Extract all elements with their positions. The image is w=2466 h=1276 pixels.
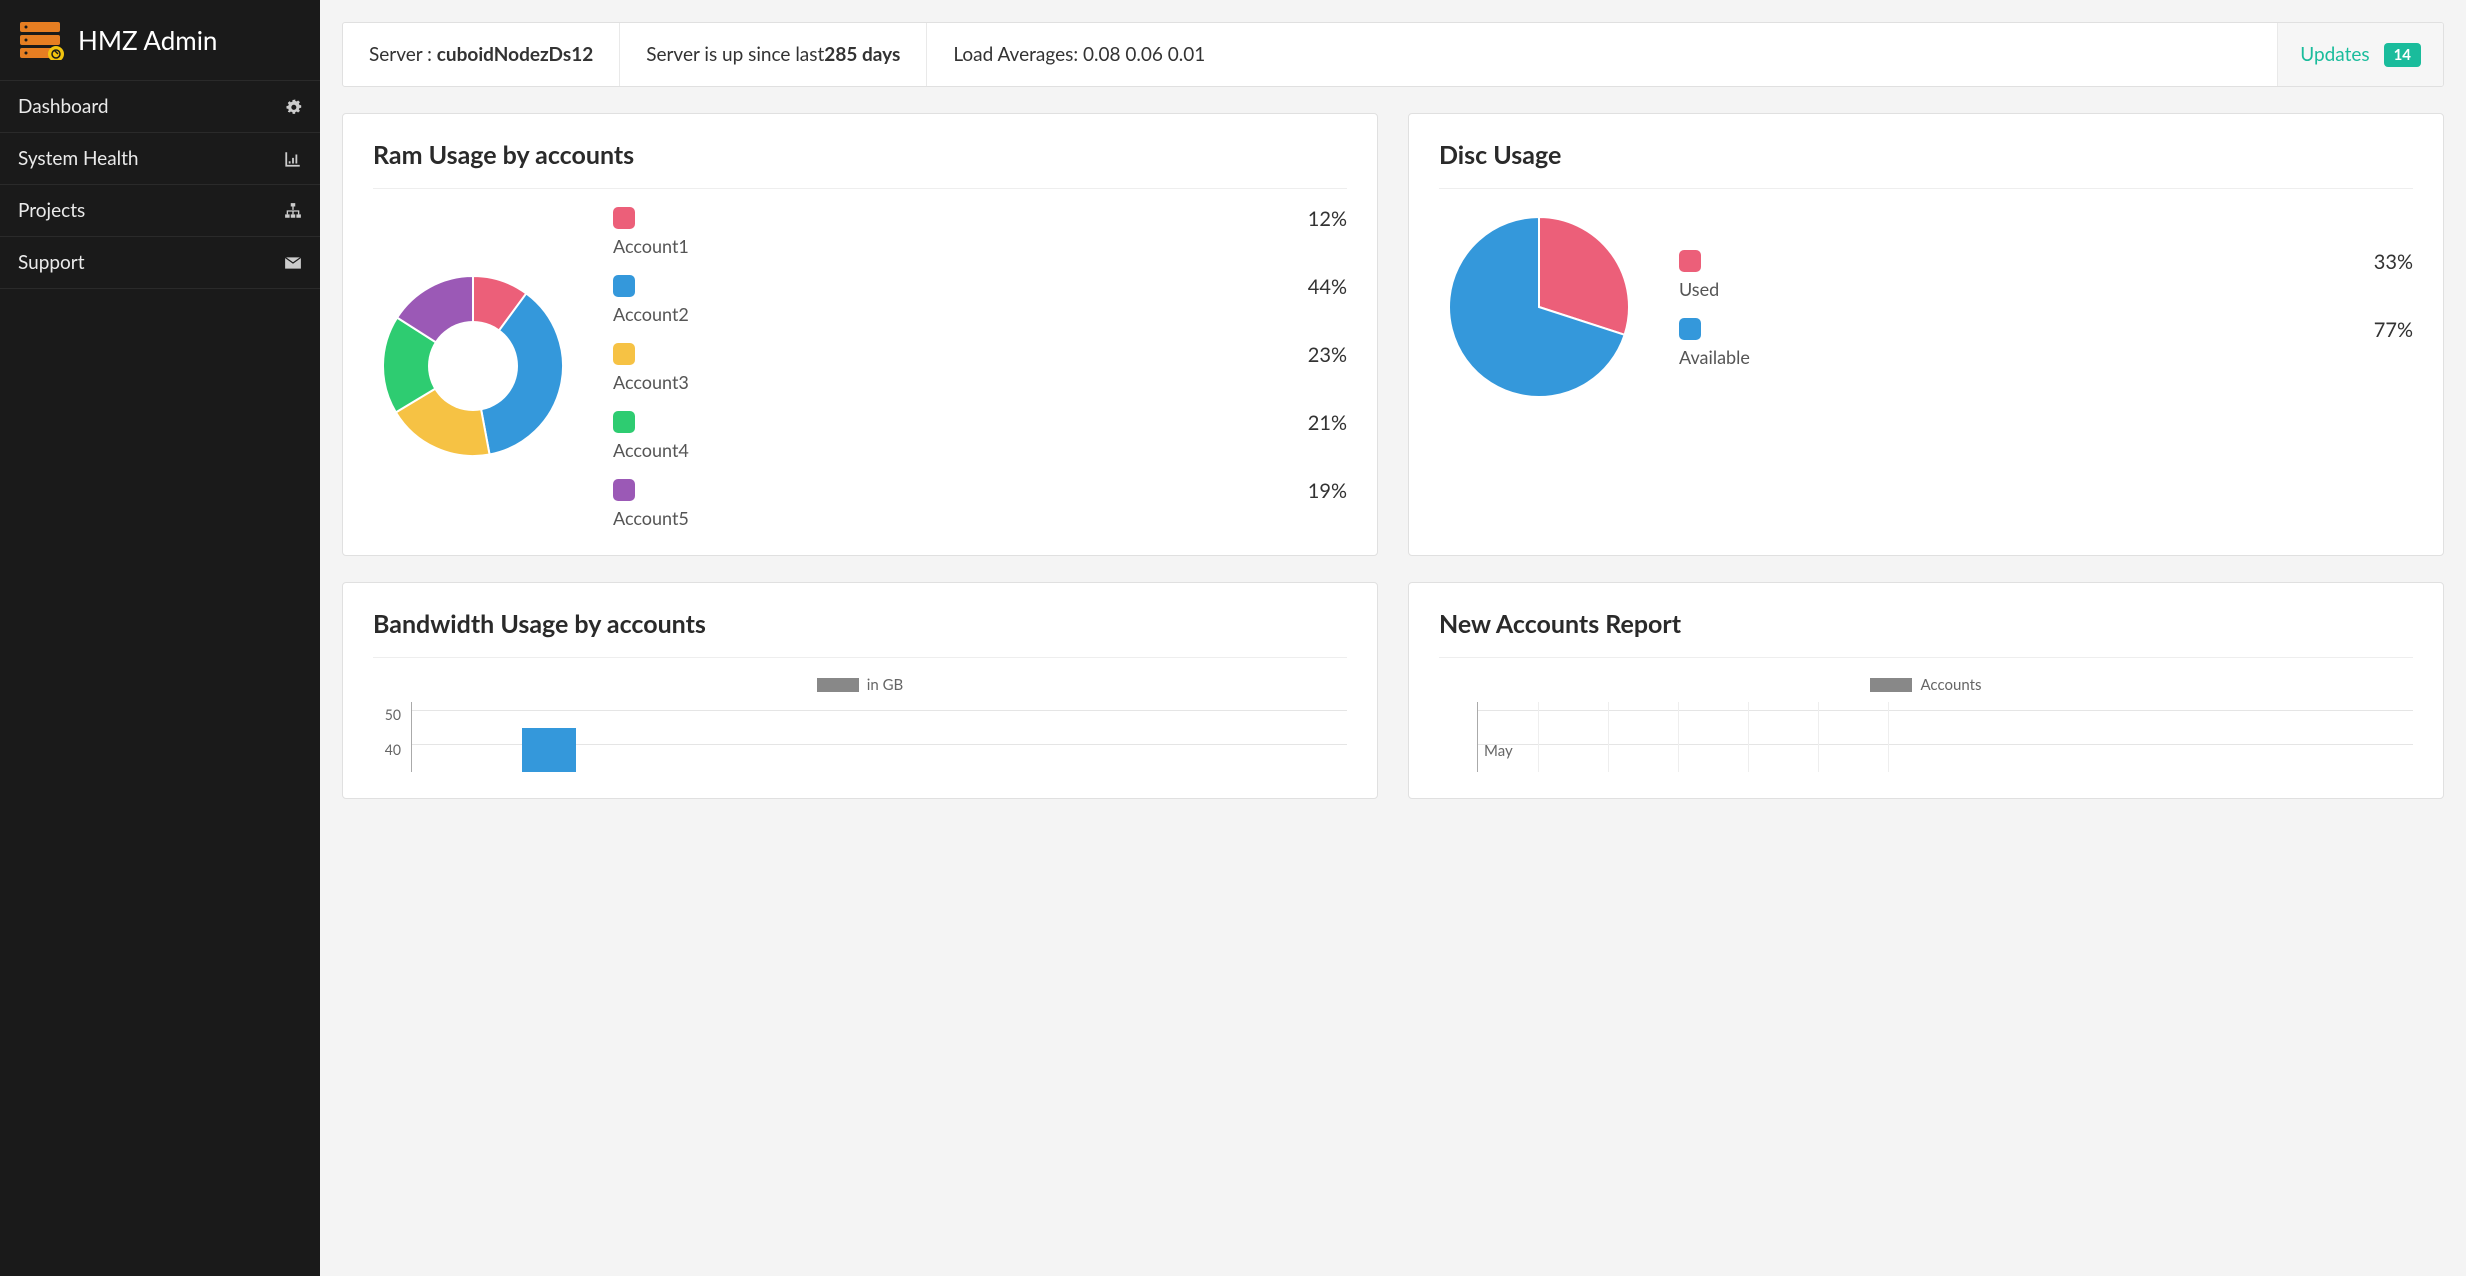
topbar-load: Load Averages: 0.08 0.06 0.01: [927, 23, 1231, 86]
sidebar-item-dashboard[interactable]: Dashboard: [0, 81, 320, 133]
plot-area: [411, 702, 1347, 772]
bandwidth-chart: 50 40: [373, 702, 1347, 772]
legend-label: Available: [1679, 346, 1750, 368]
gridline: [1608, 702, 1609, 772]
updates-button[interactable]: Updates 14: [2277, 23, 2443, 86]
legend-row: Account4 21%: [613, 411, 1347, 461]
sidebar-item-label: Projects: [18, 199, 85, 222]
sidebar-item-label: System Health: [18, 147, 139, 170]
legend-value: 77%: [2374, 318, 2413, 342]
main-content: Server : cuboidNodezDs12 Server is up si…: [320, 0, 2466, 1276]
card-ram-usage: Ram Usage by accounts Account112%Account…: [342, 113, 1378, 556]
accounts-chart: May: [1439, 702, 2413, 772]
legend-label: in GB: [867, 676, 903, 694]
gridline: [1818, 702, 1819, 772]
sidebar-item-support[interactable]: Support: [0, 237, 320, 289]
legend-label: Used: [1679, 278, 1719, 300]
legend-value: 19%: [1308, 479, 1347, 503]
gridline: [1888, 702, 1889, 772]
gridline: [412, 710, 1347, 711]
topbar-uptime: Server is up since last285 days: [620, 23, 927, 86]
disc-legend: Used 33% Available 77%: [1679, 250, 2413, 368]
topbar-spacer: [1231, 23, 2277, 86]
legend-row: Account3 23%: [613, 343, 1347, 393]
y-axis: 50 40: [373, 702, 401, 772]
card-title: Ram Usage by accounts: [373, 140, 1347, 189]
server-prefix: Server :: [369, 43, 437, 66]
legend-swatch: [1679, 318, 1701, 340]
legend-swatch: [613, 275, 635, 297]
envelope-icon: [284, 254, 302, 272]
y-tick: 50: [373, 706, 401, 723]
legend-row: Account1 12%: [613, 207, 1347, 257]
gridline: [1678, 702, 1679, 772]
sidebar: HMZ Admin Dashboard System Health Projec…: [0, 0, 320, 1276]
gridline: [1748, 702, 1749, 772]
legend-swatch: [1679, 250, 1701, 272]
bandwidth-legend: in GB: [373, 676, 1347, 694]
card-title: Disc Usage: [1439, 140, 2413, 189]
nav-list: Dashboard System Health Projects Support: [0, 81, 320, 289]
legend-label: Account5: [613, 507, 689, 529]
sidebar-item-projects[interactable]: Projects: [0, 185, 320, 237]
legend-row: Available 77%: [1679, 318, 2413, 368]
updates-badge: 14: [2384, 43, 2421, 67]
uptime-prefix: Server is up since last: [646, 43, 824, 66]
legend-swatch: [1870, 678, 1912, 692]
legend-row: Account2 44%: [613, 275, 1347, 325]
brand: HMZ Admin: [0, 0, 320, 81]
gears-icon: [284, 98, 302, 116]
legend-label: Account3: [613, 371, 689, 393]
gridline: [1478, 744, 2413, 745]
card-title: New Accounts Report: [1439, 609, 2413, 658]
brand-title: HMZ Admin: [78, 24, 217, 56]
legend-value: 12%: [1308, 207, 1347, 231]
legend-label: Account2: [613, 303, 689, 325]
legend-row: Account5 19%: [613, 479, 1347, 529]
legend-label: Account1: [613, 235, 689, 257]
accounts-legend: Accounts: [1439, 676, 2413, 694]
disc-pie-chart: [1439, 207, 1639, 411]
bar: [522, 728, 576, 772]
legend-swatch: [613, 479, 635, 501]
uptime-value: 285 days: [824, 43, 900, 66]
updates-label: Updates: [2300, 43, 2369, 66]
x-tick-label: May: [1484, 742, 1513, 760]
topbar: Server : cuboidNodezDs12 Server is up si…: [342, 22, 2444, 87]
sidebar-item-system-health[interactable]: System Health: [0, 133, 320, 185]
card-bandwidth: Bandwidth Usage by accounts in GB 50 40: [342, 582, 1378, 799]
topbar-server: Server : cuboidNodezDs12: [343, 23, 620, 86]
legend-value: 44%: [1308, 275, 1347, 299]
sitemap-icon: [284, 202, 302, 220]
y-tick: 40: [373, 741, 401, 758]
ram-donut-chart: [373, 266, 573, 470]
legend-label: Accounts: [1920, 676, 1981, 694]
legend-swatch: [613, 343, 635, 365]
legend-row: Used 33%: [1679, 250, 2413, 300]
y-axis: [1439, 702, 1467, 772]
sidebar-item-label: Support: [18, 251, 85, 274]
legend-value: 33%: [2374, 250, 2413, 274]
legend-swatch: [817, 678, 859, 692]
server-name: cuboidNodezDs12: [437, 43, 593, 66]
legend-label: Account4: [613, 439, 689, 461]
plot-area: May: [1477, 702, 2413, 772]
legend-value: 21%: [1308, 411, 1347, 435]
card-disc-usage: Disc Usage Used 33% Available 77%: [1408, 113, 2444, 556]
bar-chart-icon: [284, 150, 302, 168]
ram-legend: Account112%Account244%Account323%Account…: [613, 207, 1347, 529]
legend-swatch: [613, 207, 635, 229]
legend-swatch: [613, 411, 635, 433]
card-new-accounts: New Accounts Report Accounts May: [1408, 582, 2444, 799]
sidebar-item-label: Dashboard: [18, 95, 109, 118]
legend-value: 23%: [1308, 343, 1347, 367]
gridline: [1478, 710, 2413, 711]
gridline: [1538, 702, 1539, 772]
load-text: Load Averages: 0.08 0.06 0.01: [953, 43, 1205, 66]
brand-logo-icon: [18, 20, 66, 60]
card-title: Bandwidth Usage by accounts: [373, 609, 1347, 658]
